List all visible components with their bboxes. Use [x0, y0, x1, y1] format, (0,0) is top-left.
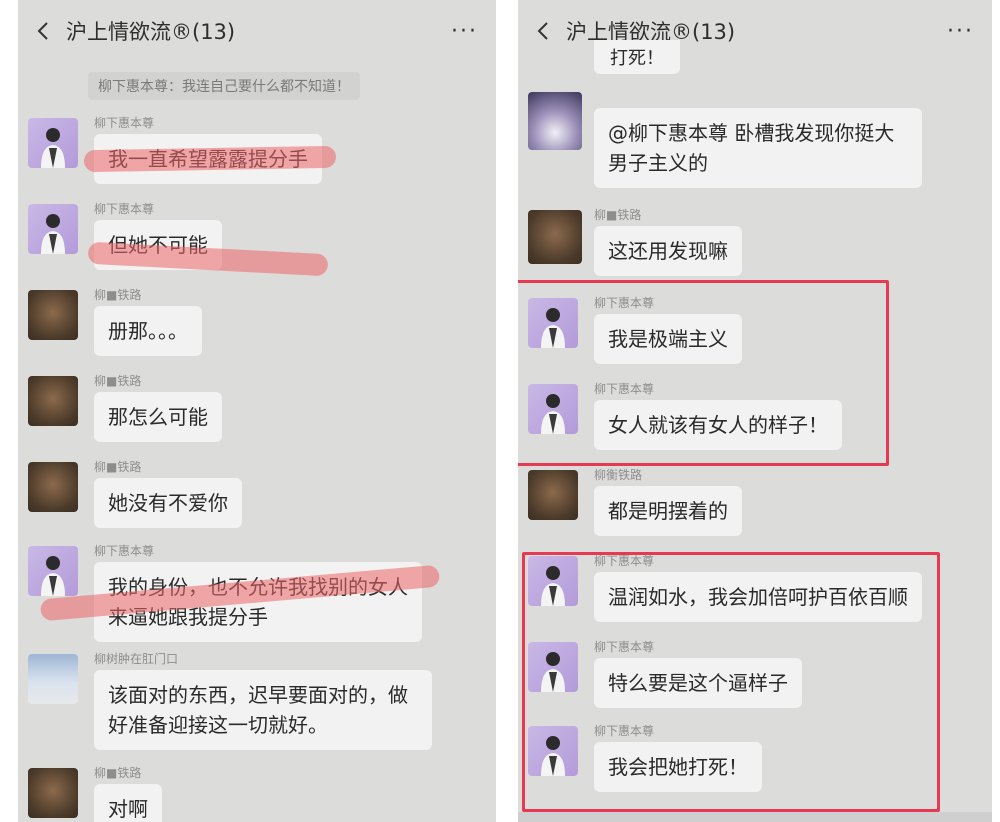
avatar[interactable] [28, 546, 78, 596]
message-bubble[interactable]: @柳下惠本尊 卧槽我发现你挺大男子主义的 [594, 108, 922, 188]
sender-name: 柳下惠本尊 [594, 640, 655, 654]
message-bubble[interactable]: 这还用发现嘛 [594, 226, 742, 276]
highlight-stroke [83, 145, 337, 173]
avatar[interactable] [528, 210, 582, 264]
avatar[interactable] [28, 290, 78, 340]
avatar[interactable] [528, 298, 578, 348]
avatar[interactable] [528, 556, 578, 606]
sender-name: 柳下惠本尊 [594, 296, 655, 310]
sender-name: 柳衡铁路 [594, 468, 643, 482]
message-bubble[interactable]: 温润如水，我会加倍呵护百依百顺 [594, 572, 922, 622]
message-bubble[interactable]: 特么要是这个逼样子 [594, 658, 802, 708]
message-bubble[interactable]: 都是明摆着的 [594, 486, 742, 536]
avatar[interactable] [528, 92, 582, 150]
message-bubble[interactable]: 册那。。。 [94, 306, 202, 356]
avatar[interactable] [528, 642, 578, 692]
left-screenshot: 沪上情欲流®(13) ··· 柳下惠本尊：我连自己要什么都不知道！ 柳下惠本尊 … [18, 0, 496, 822]
sender-name: 柳树肿在肛门口 [94, 652, 179, 666]
message-bubble[interactable]: 她没有不爱你 [94, 478, 242, 528]
sender-name: 柳下惠本尊 [94, 116, 155, 130]
person-icon [41, 556, 65, 596]
chat-header: 沪上情欲流®(13) ··· [518, 0, 992, 62]
message-bubble[interactable]: 我会把她打死！ [594, 742, 762, 792]
person-icon [541, 566, 565, 606]
sender-name: 柳下惠本尊 [94, 202, 155, 216]
bottom-edge [518, 812, 992, 822]
sender-name: 柳下惠本尊 [94, 544, 155, 558]
sender-name: 柳下惠本尊 [594, 554, 655, 568]
sender-name: 柳下惠本尊 [594, 724, 655, 738]
message-bubble[interactable]: 对啊 [94, 784, 162, 822]
person-icon [541, 652, 565, 692]
sender-name: 柳■铁路 [594, 208, 642, 222]
person-icon [41, 128, 65, 168]
avatar[interactable] [28, 376, 78, 426]
avatar[interactable] [28, 768, 78, 818]
chat-header: 沪上情欲流®(13) ··· [18, 0, 496, 62]
chevron-left-icon[interactable] [534, 21, 554, 41]
right-screenshot: 沪上情欲流®(13) ··· 打死！ @柳下惠本尊 卧槽我发现你挺大男子主义的 … [518, 0, 992, 822]
person-icon [41, 214, 65, 254]
sender-name: 柳下惠本尊 [594, 382, 655, 396]
group-title: 沪上情欲流®(13) [66, 20, 236, 44]
sender-name: 柳■铁路 [94, 288, 142, 302]
avatar[interactable] [28, 462, 78, 512]
sender-name: 柳■铁路 [94, 766, 142, 780]
avatar[interactable] [28, 118, 78, 168]
avatar[interactable] [528, 726, 578, 776]
person-icon [541, 736, 565, 776]
avatar[interactable] [528, 384, 578, 434]
avatar[interactable] [528, 470, 578, 520]
sender-name: 柳■铁路 [94, 460, 142, 474]
more-dots-icon[interactable]: ··· [947, 19, 974, 44]
chevron-left-icon[interactable] [34, 21, 54, 41]
message-bubble[interactable]: 那怎么可能 [94, 392, 222, 442]
system-notice: 柳下惠本尊：我连自己要什么都不知道！ [88, 72, 360, 100]
avatar[interactable] [28, 204, 78, 254]
message-bubble[interactable]: 女人就该有女人的样子！ [594, 400, 842, 450]
more-dots-icon[interactable]: ··· [451, 19, 478, 44]
message-bubble-partial[interactable]: 打死！ [594, 40, 680, 74]
avatar[interactable] [28, 654, 78, 704]
message-bubble[interactable]: 该面对的东西，迟早要面对的，做好准备迎接这一切就好。 [94, 670, 432, 750]
sender-name: 柳■铁路 [94, 374, 142, 388]
message-bubble[interactable]: 我是极端主义 [594, 314, 742, 364]
person-icon [541, 308, 565, 348]
person-icon [541, 394, 565, 434]
